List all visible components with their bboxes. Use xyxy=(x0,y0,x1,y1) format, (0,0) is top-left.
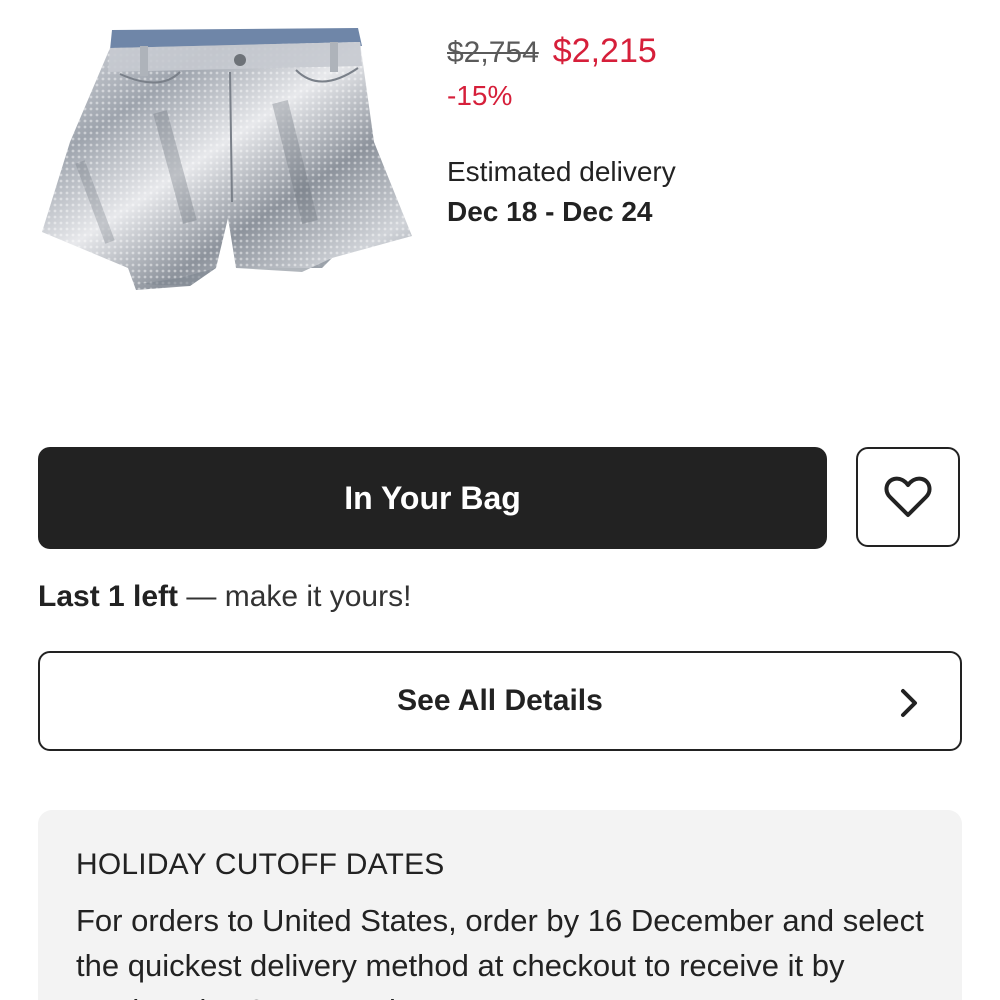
sale-price: $2,215 xyxy=(552,32,657,70)
stock-tagline: — make it yours! xyxy=(178,580,412,613)
see-all-details-button[interactable]: See All Details xyxy=(38,651,962,751)
in-your-bag-button[interactable]: In Your Bag xyxy=(38,447,827,549)
holiday-cutoff-panel: HOLIDAY CUTOFF DATES For orders to Unite… xyxy=(38,810,962,1000)
holiday-cutoff-title: HOLIDAY CUTOFF DATES xyxy=(76,848,445,881)
original-price: $2,754 xyxy=(447,36,539,69)
discount-badge: -15% xyxy=(447,80,513,111)
sequin-shorts-illustration xyxy=(42,28,412,290)
price-row: $2,754 $2,215 xyxy=(447,32,657,71)
in-your-bag-label: In Your Bag xyxy=(344,479,521,516)
wishlist-button[interactable] xyxy=(856,447,960,547)
holiday-cutoff-text: For orders to United States, order by 16… xyxy=(76,903,924,1000)
stock-count: Last 1 left xyxy=(38,580,179,613)
delivery-label: Estimated delivery xyxy=(447,156,676,187)
product-image[interactable] xyxy=(40,22,418,294)
stock-message: Last 1 left — make it yours! xyxy=(38,580,411,614)
delivery-dates: Dec 18 - Dec 24 xyxy=(447,196,653,227)
chevron-right-icon xyxy=(901,689,917,717)
see-all-details-label: See All Details xyxy=(397,684,603,717)
product-page: $2,754 $2,215 -15% Estimated delivery De… xyxy=(0,0,1000,1000)
heart-icon xyxy=(884,476,932,517)
